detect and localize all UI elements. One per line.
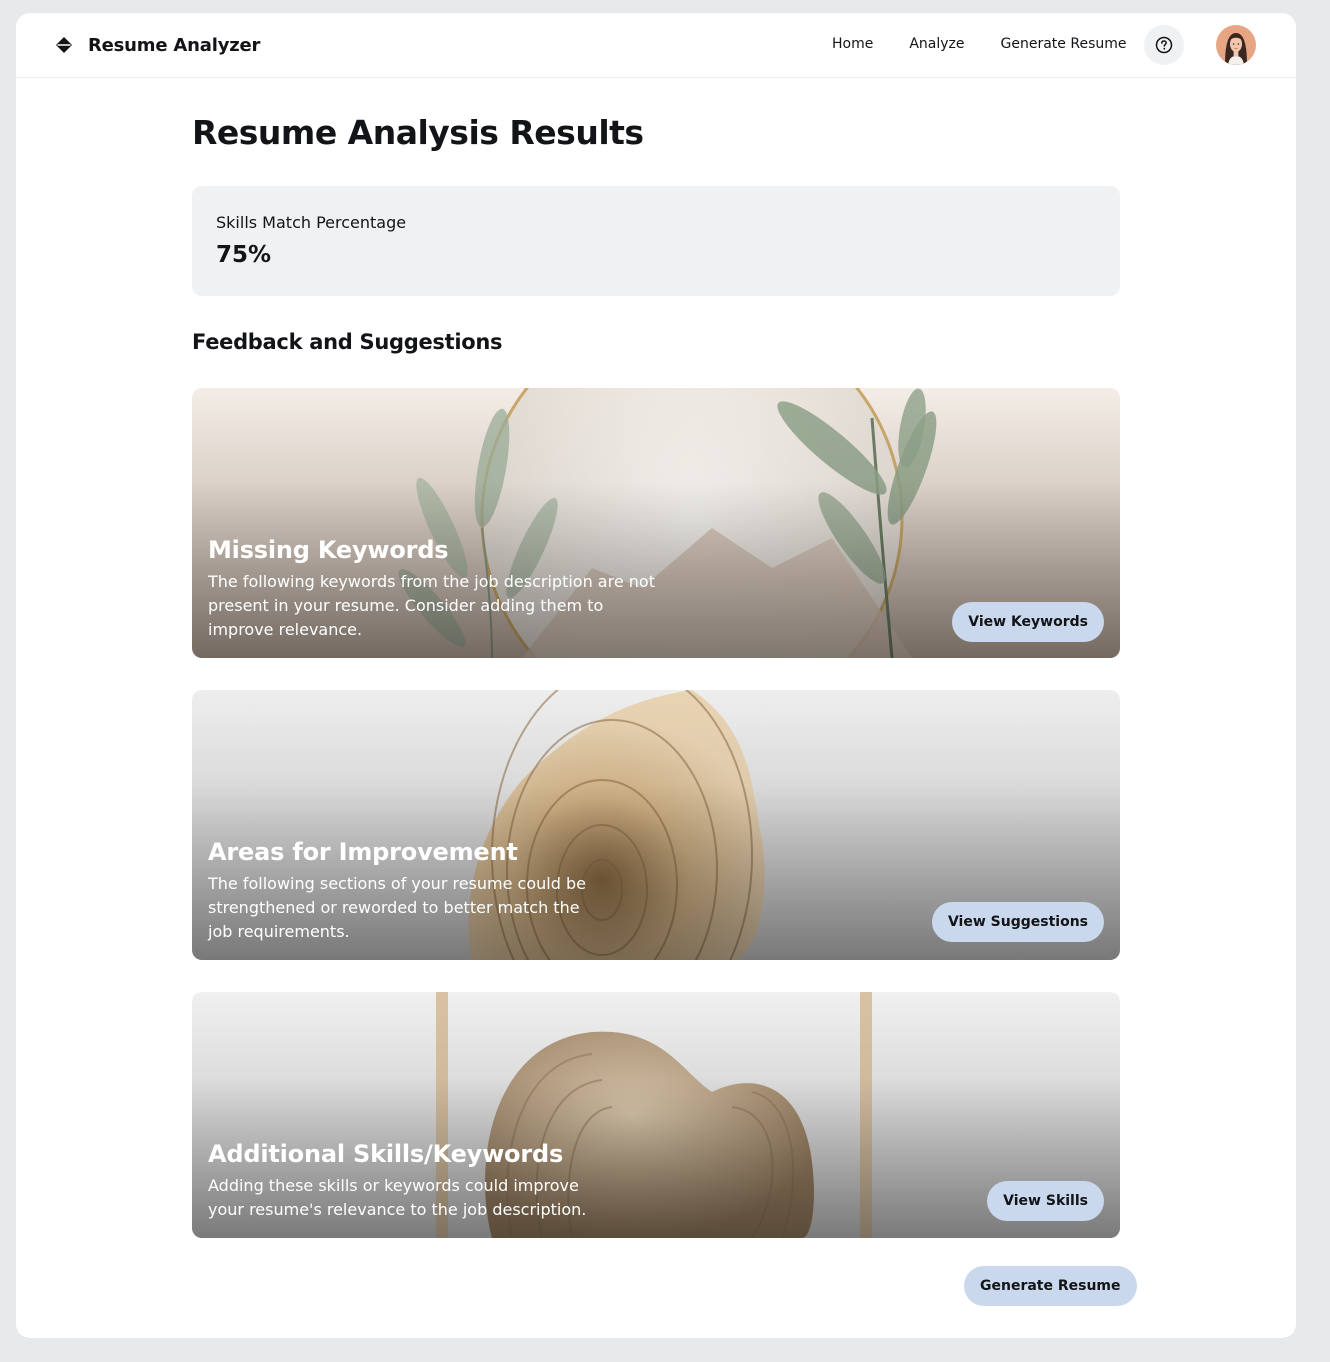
page-title: Resume Analysis Results — [192, 113, 644, 152]
additional-skills-card: Additional Skills/Keywords Adding these … — [192, 992, 1120, 1238]
skills-match-card: Skills Match Percentage 75% — [192, 186, 1120, 296]
additional-skills-description: Adding these skills or keywords could im… — [208, 1176, 587, 1219]
skills-match-value: 75% — [216, 242, 272, 268]
generate-resume-button[interactable]: Generate Resume — [964, 1266, 1137, 1306]
brand-name: Resume Analyzer — [88, 34, 261, 56]
top-navbar: Resume Analyzer Home Analyze Generate Re… — [16, 13, 1296, 78]
view-keywords-button[interactable]: View Keywords — [952, 602, 1104, 642]
main-nav: Home Analyze Generate Resume — [832, 36, 1126, 52]
skills-match-label: Skills Match Percentage — [216, 213, 407, 232]
nav-analyze-link[interactable]: Analyze — [909, 36, 964, 52]
view-suggestions-button[interactable]: View Suggestions — [931, 902, 1104, 942]
diamond-logo-icon — [56, 37, 72, 53]
avatar[interactable] — [1216, 25, 1256, 65]
missing-keywords-description: The following keywords from the job desc… — [208, 572, 655, 639]
view-skills-button[interactable]: View Skills — [987, 1181, 1104, 1221]
missing-keywords-title: Missing Keywords — [208, 536, 449, 564]
areas-for-improvement-description: The following sections of your resume co… — [208, 874, 586, 941]
areas-for-improvement-card: Areas for Improvement The following sect… — [192, 690, 1120, 960]
app-window: Resume Analyzer Home Analyze Generate Re… — [16, 13, 1296, 1338]
additional-skills-title: Additional Skills/Keywords — [208, 1140, 564, 1168]
user-avatar-image — [1216, 25, 1256, 65]
question-circle-icon — [1155, 36, 1173, 54]
nav-home-link[interactable]: Home — [832, 36, 873, 52]
feedback-section-title: Feedback and Suggestions — [192, 330, 503, 354]
brand[interactable]: Resume Analyzer — [56, 33, 260, 57]
nav-generate-resume-link[interactable]: Generate Resume — [1001, 36, 1127, 52]
areas-for-improvement-title: Areas for Improvement — [208, 838, 518, 866]
missing-keywords-card: Missing Keywords The following keywords … — [192, 388, 1120, 658]
help-button[interactable] — [1144, 25, 1184, 65]
